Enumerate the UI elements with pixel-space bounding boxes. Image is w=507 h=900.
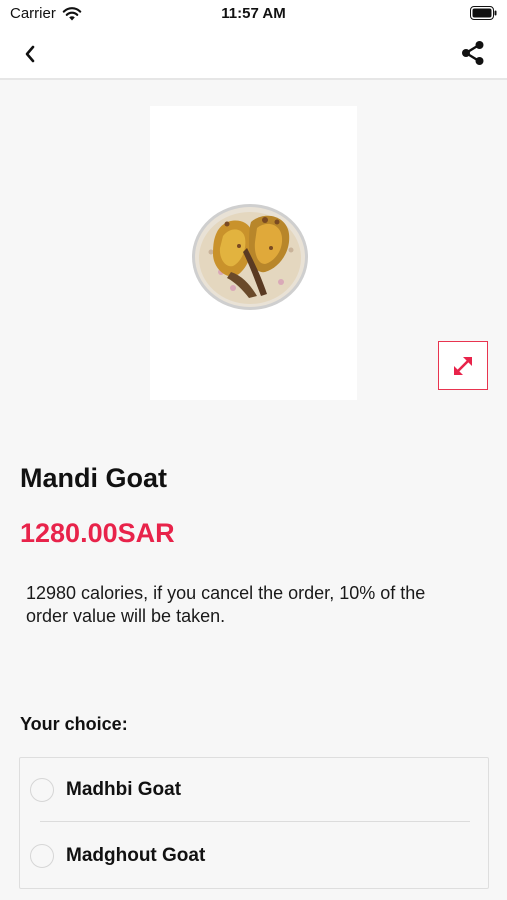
choice-option-madghout[interactable]: Madghout Goat bbox=[20, 824, 488, 888]
chevron-left-icon bbox=[25, 45, 35, 63]
choice-option-madhbi[interactable]: Madhbi Goat bbox=[20, 758, 488, 822]
product-price: 1280.00SAR bbox=[20, 518, 175, 548]
back-button[interactable] bbox=[16, 40, 44, 68]
share-icon bbox=[462, 41, 484, 65]
radio-button[interactable] bbox=[30, 844, 54, 868]
product-description: 12980 calories, if you cancel the order,… bbox=[26, 583, 426, 626]
choice-option-label: Madhbi Goat bbox=[66, 779, 182, 800]
battery-icon bbox=[470, 6, 497, 20]
status-time: 11:57 AM bbox=[221, 5, 286, 22]
choice-section-label: Your choice: bbox=[20, 714, 128, 734]
share-button[interactable] bbox=[459, 39, 487, 67]
product-title: Mandi Goat bbox=[20, 463, 167, 493]
radio-button[interactable] bbox=[30, 778, 54, 802]
choice-option-label: Madghout Goat bbox=[66, 845, 206, 866]
nav-bar bbox=[0, 28, 507, 80]
product-image-frame[interactable] bbox=[150, 106, 357, 400]
expand-image-button[interactable] bbox=[438, 341, 488, 390]
divider bbox=[40, 821, 470, 822]
product-image bbox=[192, 204, 308, 310]
expand-icon bbox=[454, 356, 472, 375]
choice-list: Madhbi Goat Madghout Goat bbox=[19, 757, 489, 889]
status-bar: Carrier 11:57 AM bbox=[0, 0, 507, 28]
